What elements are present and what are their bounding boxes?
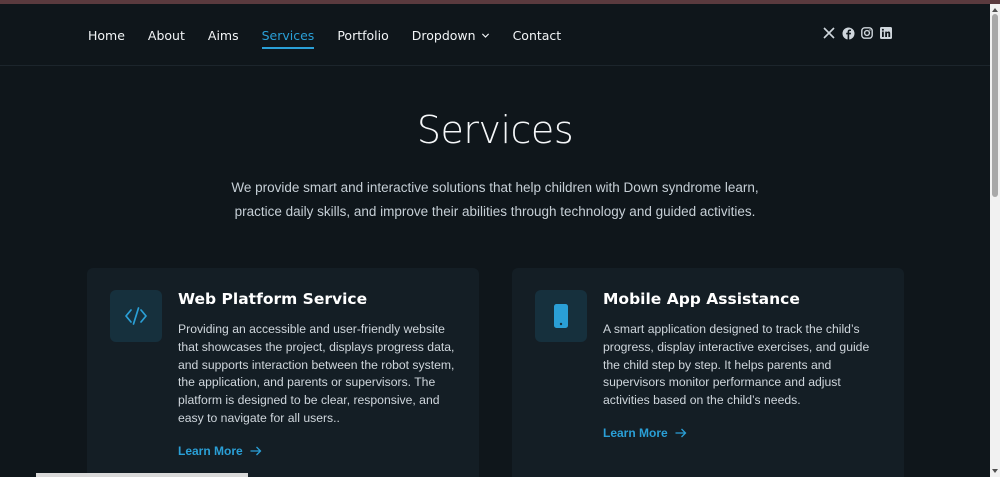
facebook-icon[interactable] xyxy=(841,26,855,40)
social-links xyxy=(822,26,898,40)
nav-dropdown-label: Dropdown xyxy=(411,27,476,43)
code-icon xyxy=(110,290,162,342)
phone-icon xyxy=(535,290,587,342)
instagram-icon[interactable] xyxy=(860,26,874,40)
bottom-strip xyxy=(36,473,248,477)
page-description: We provide smart and interactive solutio… xyxy=(231,180,759,219)
service-card-mobile: Mobile App Assistance A smart applicatio… xyxy=(512,268,904,477)
x-icon[interactable] xyxy=(822,26,836,40)
scroll-up-icon[interactable] xyxy=(991,6,999,14)
learn-more-label: Learn More xyxy=(178,444,243,458)
nav-about[interactable]: About xyxy=(148,4,185,66)
service-card-description: A smart application designed to track th… xyxy=(603,322,870,408)
arrow-right-icon xyxy=(675,428,687,438)
service-card-title: Mobile App Assistance xyxy=(603,290,800,308)
linkedin-icon[interactable] xyxy=(879,26,893,40)
site-header: Home About Aims Services Portfolio Dropd… xyxy=(0,4,990,66)
main-nav: Home About Aims Services Portfolio Dropd… xyxy=(88,4,584,66)
nav-portfolio[interactable]: Portfolio xyxy=(337,4,388,66)
nav-aims[interactable]: Aims xyxy=(208,4,239,66)
learn-more-link[interactable]: Learn More xyxy=(178,444,262,458)
nav-contact[interactable]: Contact xyxy=(513,4,562,66)
service-card-description: Providing an accessible and user-friendl… xyxy=(178,322,455,425)
arrow-right-icon xyxy=(250,446,262,456)
service-card-title: Web Platform Service xyxy=(178,290,368,308)
scrollbar-thumb[interactable] xyxy=(992,14,998,197)
scroll-down-icon[interactable] xyxy=(991,467,999,475)
chevron-down-icon xyxy=(481,32,489,38)
nav-home[interactable]: Home xyxy=(88,4,125,66)
learn-more-label: Learn More xyxy=(603,426,668,440)
nav-dropdown[interactable]: Dropdown xyxy=(412,4,490,66)
service-card-web: Web Platform Service Providing an access… xyxy=(87,268,479,477)
learn-more-link[interactable]: Learn More xyxy=(603,426,687,440)
nav-services[interactable]: Services xyxy=(261,4,314,66)
page-title: Services xyxy=(416,108,574,152)
